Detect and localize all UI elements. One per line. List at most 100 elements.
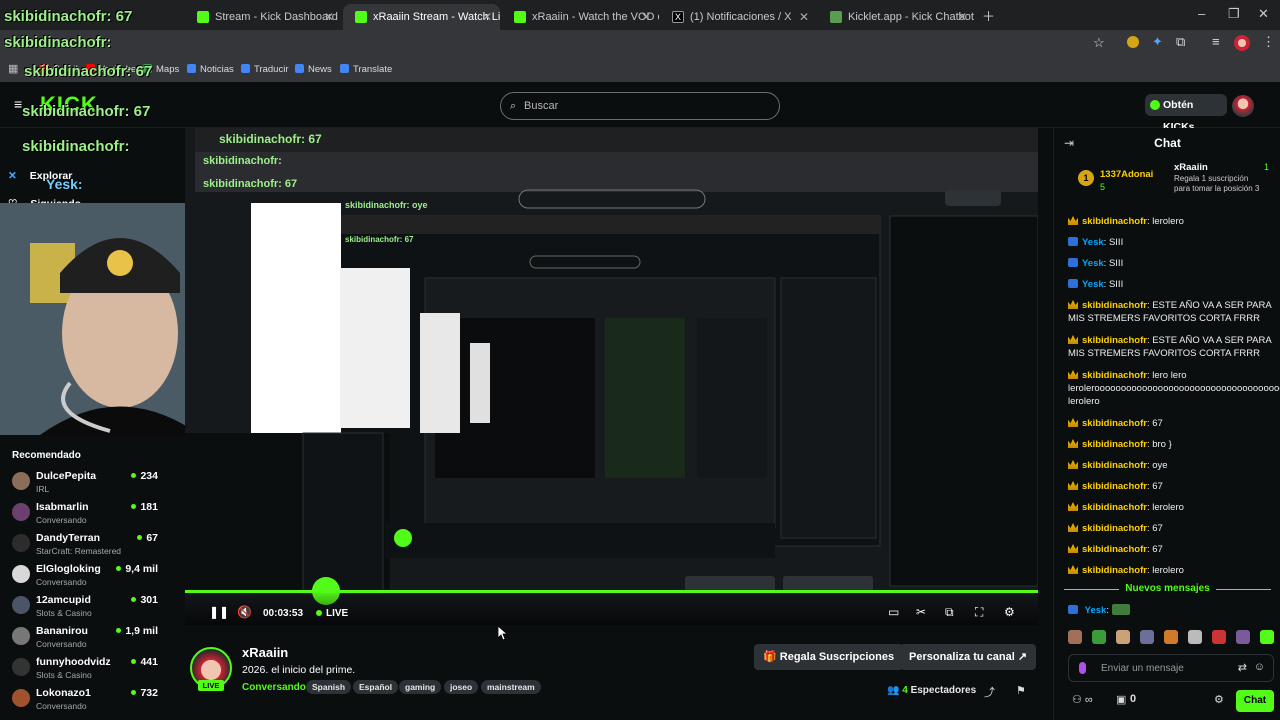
tab-overlay-title[interactable]: skibidinachofr: 67 bbox=[0, 4, 185, 30]
close-window-icon[interactable]: ✕ bbox=[1258, 6, 1269, 22]
stream-category[interactable]: Conversando bbox=[242, 682, 306, 693]
maximize-icon[interactable]: ❐ bbox=[1228, 6, 1240, 22]
extensions-puzzle-icon[interactable]: ⧉ bbox=[1176, 34, 1185, 50]
tab-kick-dashboard[interactable]: Stream - Kick Dashboard ✕ bbox=[185, 4, 342, 30]
recommended-channel[interactable]: 12amcupid Slots & Casino 301 bbox=[12, 592, 180, 622]
close-tab-icon[interactable]: ✕ bbox=[799, 4, 809, 30]
tag-joseo[interactable]: joseo bbox=[444, 680, 479, 694]
translate-icon[interactable]: ⇄ bbox=[1238, 661, 1247, 674]
recommended-channel[interactable]: Lokonazo1 Conversando 732 bbox=[12, 685, 180, 715]
chat-message: skibidinachofr: lero lero lerolerooooooo… bbox=[1068, 369, 1280, 408]
extension-icon[interactable] bbox=[1127, 36, 1139, 48]
bookmark-translate[interactable]: Translate bbox=[340, 64, 392, 75]
send-chat-button[interactable]: Chat bbox=[1236, 690, 1274, 712]
gift-subs-button[interactable]: 🎁 Regala Suscripciones bbox=[754, 644, 904, 670]
emote-icon[interactable] bbox=[1139, 630, 1154, 644]
chat-username[interactable]: skibidinachofr bbox=[1082, 370, 1147, 381]
chat-username[interactable]: skibidinachofr bbox=[1082, 460, 1147, 471]
chat-username[interactable]: Yesk bbox=[1082, 237, 1104, 248]
close-tab-icon[interactable]: ✕ bbox=[482, 4, 492, 30]
chat-username[interactable]: skibidinachofr bbox=[1082, 439, 1147, 450]
pause-icon[interactable]: ❚❚ bbox=[209, 605, 229, 619]
recommended-channel[interactable]: Bananirou Conversando 1,9 mil bbox=[12, 623, 180, 653]
recommended-channel[interactable]: DandyTerran StarCraft: Remastered 67 bbox=[12, 530, 180, 560]
kicks-coin-icon bbox=[1150, 100, 1160, 110]
recommended-channel[interactable]: DulcePepita IRL 234 bbox=[12, 468, 180, 498]
channel-category: StarCraft: Remastered bbox=[36, 546, 122, 556]
bookmark-traducir[interactable]: Traducir bbox=[241, 64, 289, 75]
apps-grid-icon[interactable]: ▦ bbox=[8, 62, 18, 75]
bookmark-star-icon[interactable]: ☆ bbox=[1093, 35, 1105, 51]
emote-icon[interactable] bbox=[1163, 630, 1178, 644]
chat-username[interactable]: Yesk bbox=[1082, 258, 1104, 269]
search-input[interactable]: ⌕ Buscar bbox=[500, 92, 780, 120]
emoji-icon[interactable]: ☺ bbox=[1254, 661, 1265, 673]
close-tab-icon[interactable]: ✕ bbox=[324, 4, 334, 30]
new-tab-icon[interactable]: ＋ bbox=[982, 6, 995, 25]
chat-username[interactable]: skibidinachofr bbox=[1082, 523, 1147, 534]
picture-in-picture-icon[interactable]: ⧉ bbox=[945, 605, 954, 620]
emote-icon[interactable] bbox=[1187, 630, 1202, 644]
bookmark-noticias[interactable]: Noticias bbox=[187, 64, 234, 75]
chat-username[interactable]: skibidinachofr bbox=[1082, 544, 1147, 555]
microphone-icon[interactable] bbox=[1079, 662, 1086, 674]
chat-username[interactable]: skibidinachofr bbox=[1082, 502, 1147, 513]
emote-icon[interactable] bbox=[1211, 630, 1226, 644]
tag-gaming[interactable]: gaming bbox=[399, 680, 442, 694]
chat-message-input[interactable]: Enviar un mensaje ⇄ ☺ bbox=[1068, 654, 1274, 682]
theater-mode-icon[interactable]: ▭ bbox=[888, 605, 899, 619]
user-avatar[interactable] bbox=[1232, 95, 1254, 117]
report-icon[interactable]: ⚑ bbox=[1016, 684, 1026, 697]
close-tab-icon[interactable]: ✕ bbox=[641, 4, 651, 30]
fullscreen-icon[interactable]: ⛶ bbox=[975, 605, 983, 620]
top-gifter-name[interactable]: 1337Adonai bbox=[1100, 169, 1153, 180]
profile-avatar-icon[interactable] bbox=[1234, 35, 1250, 51]
tab-xraaiin-live[interactable]: xRaaiin Stream - Watch Live ✕ bbox=[343, 4, 500, 30]
chat-username[interactable]: skibidinachofr bbox=[1082, 216, 1147, 227]
emote-icon[interactable] bbox=[1235, 630, 1250, 644]
get-kicks-button[interactable]: Obtén KICKs bbox=[1145, 94, 1227, 133]
chat-username[interactable]: skibidinachofr bbox=[1082, 300, 1147, 311]
pinned-user[interactable]: xRaaiin bbox=[1174, 162, 1208, 173]
emote-icon[interactable] bbox=[1115, 630, 1130, 644]
tab-kicklet[interactable]: Kicklet.app - Kick Chatbot and ✕ bbox=[818, 4, 975, 30]
playback-progress[interactable] bbox=[185, 590, 1038, 593]
chat-settings-icon[interactable]: ⚙ bbox=[1214, 693, 1224, 706]
menu-kebab-icon[interactable]: ⋮ bbox=[1262, 34, 1275, 50]
new-messages-divider[interactable]: Nuevos mensajes bbox=[1054, 583, 1280, 594]
customize-channel-button[interactable]: Personaliza tu canal ↗ bbox=[900, 644, 1037, 670]
share-icon[interactable]: ⤴ bbox=[984, 684, 995, 700]
minimize-icon[interactable]: – bbox=[1198, 6, 1205, 21]
tab-xraaiin-vod[interactable]: xRaaiin - Watch the VOD on Kick ✕ bbox=[502, 4, 659, 30]
tag-mainstream[interactable]: mainstream bbox=[481, 680, 541, 694]
tag-spanish[interactable]: Spanish bbox=[306, 680, 352, 694]
chat-username[interactable]: Yesk bbox=[1085, 605, 1107, 616]
hamburger-menu-icon[interactable]: ≡ bbox=[14, 96, 22, 112]
close-tab-icon[interactable]: ✕ bbox=[957, 4, 967, 30]
bookmark-news[interactable]: News bbox=[295, 64, 332, 75]
emote-icon[interactable] bbox=[1091, 630, 1106, 644]
volume-icon[interactable]: 🔇 bbox=[237, 605, 252, 619]
tag-espanol[interactable]: Español bbox=[353, 680, 399, 694]
chat-username[interactable]: skibidinachofr bbox=[1082, 335, 1147, 346]
recommended-channel[interactable]: ElGlogloking Conversando 9,4 mil bbox=[12, 561, 180, 591]
stream-video-player[interactable]: skibidinachofr: 67 skibidinachofr: skibi… bbox=[185, 128, 1038, 625]
emote-icon[interactable] bbox=[1068, 630, 1082, 644]
points-icon[interactable]: ▣ bbox=[1116, 693, 1126, 706]
clip-icon[interactable]: ✂ bbox=[916, 605, 926, 619]
chat-username[interactable]: Yesk bbox=[1082, 279, 1104, 290]
channel-name[interactable]: xRaaiin bbox=[242, 645, 288, 660]
address-bar[interactable]: skibidinachofr: ☆ ✦ ⧉ ≡ ⋮ bbox=[0, 30, 1280, 58]
chat-username[interactable]: skibidinachofr bbox=[1082, 481, 1147, 492]
chat-username[interactable]: skibidinachofr bbox=[1082, 418, 1147, 429]
chat-username[interactable]: skibidinachofr bbox=[1082, 565, 1147, 576]
media-control-icon[interactable]: ≡ bbox=[1212, 34, 1220, 49]
recommended-channel[interactable]: funnyhoodvidz Slots & Casino 441 bbox=[12, 654, 180, 684]
settings-gear-icon[interactable]: ⚙ bbox=[1004, 605, 1015, 619]
emote-icon[interactable] bbox=[1259, 630, 1274, 644]
recommended-channel[interactable]: Isabmarlin Conversando 181 bbox=[12, 499, 180, 529]
viewers-icon: 👥 bbox=[887, 685, 900, 696]
translate-extension-icon[interactable]: ✦ bbox=[1152, 34, 1163, 50]
tab-x-notifications[interactable]: X (1) Notificaciones / X ✕ bbox=[660, 4, 817, 30]
users-infinity-icon[interactable]: ⚇ ∞ bbox=[1072, 693, 1093, 706]
